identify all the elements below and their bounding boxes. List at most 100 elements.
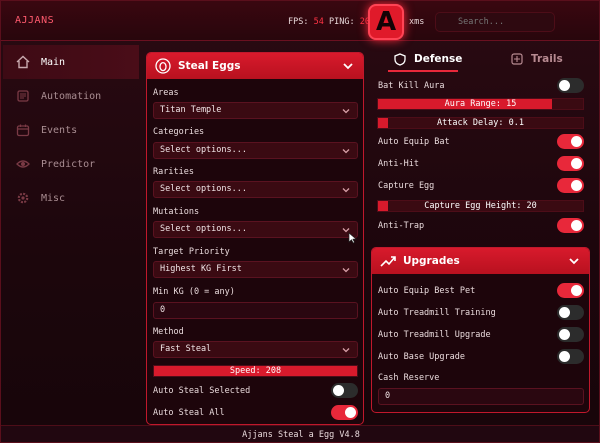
anti-hit-label: Anti-Hit	[378, 159, 419, 169]
attack-delay-text: Attack Delay: 0.1	[437, 118, 524, 128]
chevron-down-icon	[341, 265, 351, 281]
target-priority-dropdown[interactable]: Highest KG First	[153, 261, 358, 278]
tab-trails[interactable]: Trails	[511, 47, 563, 71]
logo[interactable]: A	[368, 4, 404, 40]
tab-defense[interactable]: Defense	[394, 47, 462, 71]
auto-steal-selected-toggle[interactable]	[331, 383, 358, 398]
min-kg-label: Min KG (0 = any)	[153, 287, 235, 297]
mutations-dropdown[interactable]: Select options...	[153, 221, 358, 238]
fps-label: FPS:	[288, 17, 309, 27]
calendar-icon	[15, 122, 31, 138]
gear-icon	[15, 190, 31, 206]
auto-treadmill-training-label: Auto Treadmill Training	[378, 308, 496, 318]
bat-kill-aura-label: Bat Kill Aura	[378, 81, 445, 91]
auto-equip-bat-toggle[interactable]	[557, 134, 584, 149]
areas-value: Titan Temple	[160, 105, 222, 115]
trend-up-icon	[379, 252, 397, 270]
sidebar-item-label: Predictor	[41, 158, 96, 170]
tab-defense-label: Defense	[414, 53, 463, 65]
mouse-cursor-icon	[348, 229, 357, 248]
anti-trap-label: Anti-Trap	[378, 221, 425, 231]
categories-dropdown[interactable]: Select options...	[153, 142, 358, 159]
chevron-down-icon	[341, 345, 351, 361]
auto-base-upgrade-label: Auto Base Upgrade	[378, 352, 465, 362]
cash-reserve-input[interactable]: 0	[378, 388, 584, 405]
toggle-knob	[571, 220, 582, 231]
areas-dropdown[interactable]: Titan Temple	[153, 102, 358, 119]
auto-steal-all-toggle[interactable]	[331, 405, 358, 420]
speed-slider[interactable]: Speed: 208	[153, 365, 358, 377]
footer: Ajjans Steal a Egg V4.8	[1, 425, 599, 442]
sidebar: Main Automation Events Predictor Misc	[1, 43, 139, 433]
home-icon	[15, 54, 31, 70]
sidebar-item-label: Automation	[41, 90, 102, 102]
rarities-label: Rarities	[153, 167, 194, 177]
chevron-down-icon[interactable]	[341, 58, 355, 77]
speed-text: Speed: 208	[229, 366, 282, 376]
steal-eggs-panel: Steal Eggs Areas Titan Temple Categories…	[146, 52, 364, 425]
egg-icon	[154, 57, 172, 75]
chevron-down-icon	[341, 146, 351, 162]
auto-equip-best-pet-label: Auto Equip Best Pet	[378, 286, 476, 296]
sidebar-item-main[interactable]: Main	[3, 45, 139, 79]
categories-label: Categories	[153, 127, 205, 137]
target-priority-label: Target Priority	[153, 247, 230, 257]
top-bar: AJJANS FPS: 54 PING: 20 xms A	[1, 1, 599, 41]
auto-steal-all-label: Auto Steal All	[153, 408, 225, 418]
method-value: Fast Steal	[160, 344, 212, 354]
steal-eggs-header[interactable]: Steal Eggs	[147, 53, 363, 79]
trails-icon	[511, 53, 523, 65]
bat-kill-aura-toggle[interactable]	[557, 78, 584, 93]
attack-delay-slider[interactable]: Attack Delay: 0.1	[377, 117, 584, 129]
rarities-dropdown[interactable]: Select options...	[153, 181, 358, 198]
toggle-knob	[571, 285, 582, 296]
ping-readout: PING: 20	[329, 17, 370, 27]
mutations-label: Mutations	[153, 207, 200, 217]
anti-trap-toggle[interactable]	[557, 218, 584, 233]
sidebar-item-label: Misc	[41, 192, 66, 204]
fps-readout: FPS: 54	[288, 17, 324, 27]
steal-eggs-title: Steal Eggs	[178, 60, 241, 72]
toggle-knob	[571, 180, 582, 191]
search-input[interactable]	[435, 12, 555, 32]
capture-egg-height-text: Capture Egg Height: 20	[424, 201, 537, 211]
chevron-down-icon[interactable]	[567, 253, 581, 272]
auto-treadmill-upgrade-toggle[interactable]	[557, 327, 584, 342]
ping-unit: xms	[409, 17, 425, 27]
rarities-value: Select options...	[160, 184, 247, 194]
upgrades-header[interactable]: Upgrades	[372, 248, 589, 274]
toggle-knob	[333, 385, 344, 396]
auto-equip-bat-label: Auto Equip Bat	[378, 137, 450, 147]
upgrades-title: Upgrades	[403, 255, 460, 267]
ping-label: PING:	[329, 17, 355, 27]
sidebar-item-label: Events	[41, 124, 78, 136]
capture-egg-toggle[interactable]	[557, 178, 584, 193]
capture-egg-height-slider[interactable]: Capture Egg Height: 20	[377, 200, 584, 212]
sidebar-item-misc[interactable]: Misc	[3, 181, 139, 215]
sidebar-item-automation[interactable]: Automation	[3, 79, 139, 113]
method-dropdown[interactable]: Fast Steal	[153, 341, 358, 358]
auto-equip-best-pet-toggle[interactable]	[557, 283, 584, 298]
upgrades-panel: Upgrades Auto Equip Best Pet Auto Treadm…	[371, 247, 590, 413]
auto-treadmill-upgrade-label: Auto Treadmill Upgrade	[378, 330, 491, 340]
capture-egg-label: Capture Egg	[378, 181, 435, 191]
mutations-value: Select options...	[160, 224, 247, 234]
automation-icon	[15, 88, 31, 104]
anti-hit-toggle[interactable]	[557, 156, 584, 171]
app-window: AJJANS FPS: 54 PING: 20 xms A Main Autom…	[0, 0, 600, 443]
cash-reserve-label: Cash Reserve	[378, 373, 440, 383]
sidebar-item-events[interactable]: Events	[3, 113, 139, 147]
categories-value: Select options...	[160, 145, 247, 155]
auto-base-upgrade-toggle[interactable]	[557, 349, 584, 364]
aura-range-slider[interactable]: Aura Range: 15	[377, 98, 584, 110]
aura-range-text: Aura Range: 15	[444, 99, 517, 109]
fps-value: 54	[313, 17, 324, 27]
auto-treadmill-training-toggle[interactable]	[557, 305, 584, 320]
method-label: Method	[153, 327, 184, 337]
toggle-knob	[571, 136, 582, 147]
toggle-knob	[559, 351, 570, 362]
target-priority-value: Highest KG First	[160, 264, 242, 274]
min-kg-input[interactable]: 0	[153, 302, 358, 319]
tab-trails-label: Trails	[531, 53, 563, 65]
sidebar-item-predictor[interactable]: Predictor	[3, 147, 139, 181]
